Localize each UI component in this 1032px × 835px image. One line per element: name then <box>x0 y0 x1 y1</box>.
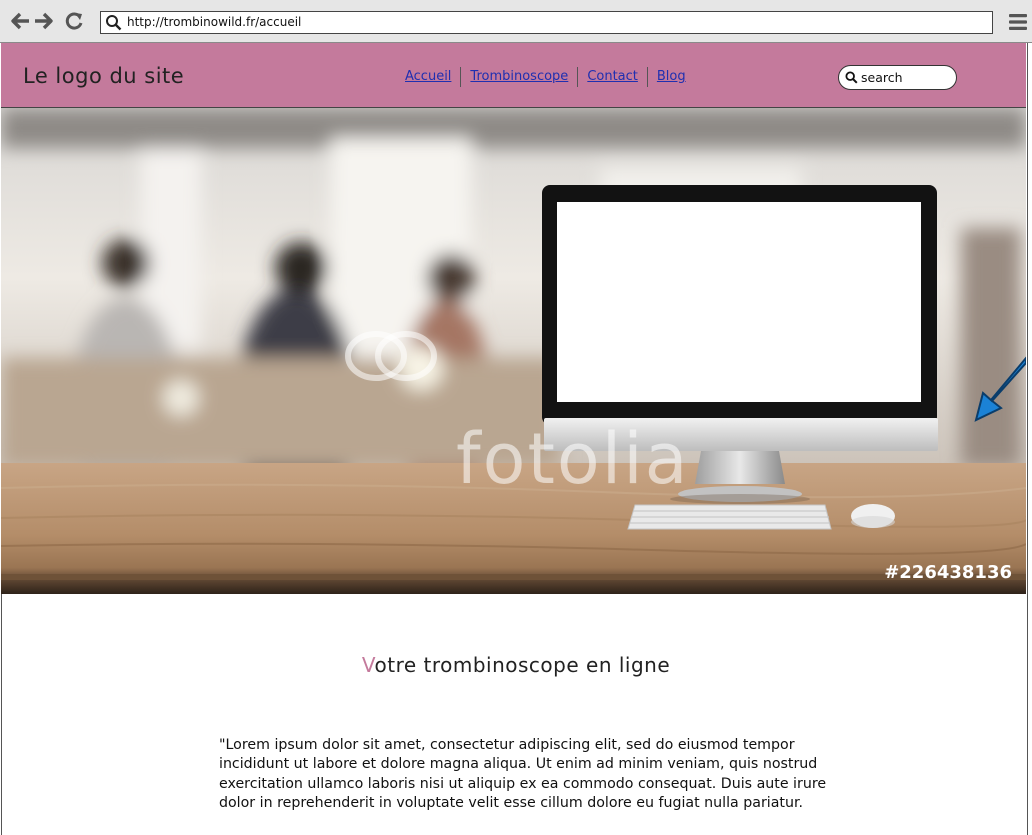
site-logo[interactable]: Le logo du site <box>23 64 184 88</box>
address-bar[interactable]: http://trombinowild.fr/accueil <box>100 11 993 34</box>
hero-photo <box>1 108 1026 594</box>
main-nav: Accueil Trombinoscope Contact Blog <box>396 67 695 87</box>
nav-link-accueil[interactable]: Accueil <box>396 67 460 87</box>
search-icon <box>845 71 858 84</box>
browser-menu-icon[interactable] <box>1008 12 1028 32</box>
browser-toolbar: http://trombinowild.fr/accueil <box>0 0 1032 43</box>
headline-text: otre trombinoscope en ligne <box>374 653 671 677</box>
reload-icon[interactable] <box>63 9 85 33</box>
site-search-input[interactable]: search <box>838 65 957 90</box>
search-icon <box>106 15 122 31</box>
hero-photo-id: #226438136 <box>884 562 1012 583</box>
headline-accent-letter: V <box>361 653 375 677</box>
page-headline: Votre trombinoscope en ligne <box>0 653 1032 677</box>
nav-link-trombinoscope[interactable]: Trombinoscope <box>460 67 577 87</box>
nav-link-contact[interactable]: Contact <box>577 67 647 87</box>
forward-arrow-icon[interactable] <box>33 9 55 33</box>
back-arrow-icon[interactable] <box>9 9 31 33</box>
nav-link-blog[interactable]: Blog <box>646 67 695 87</box>
hero-image: fotolia #226438136 <box>1 108 1026 594</box>
hero-watermark: fotolia <box>456 418 690 500</box>
intro-paragraph: "Lorem ipsum dolor sit amet, consectetur… <box>219 737 827 811</box>
address-url: http://trombinowild.fr/accueil <box>127 15 302 29</box>
site-header: Le logo du site Accueil Trombinoscope Co… <box>1 43 1026 108</box>
search-placeholder: search <box>861 70 903 85</box>
